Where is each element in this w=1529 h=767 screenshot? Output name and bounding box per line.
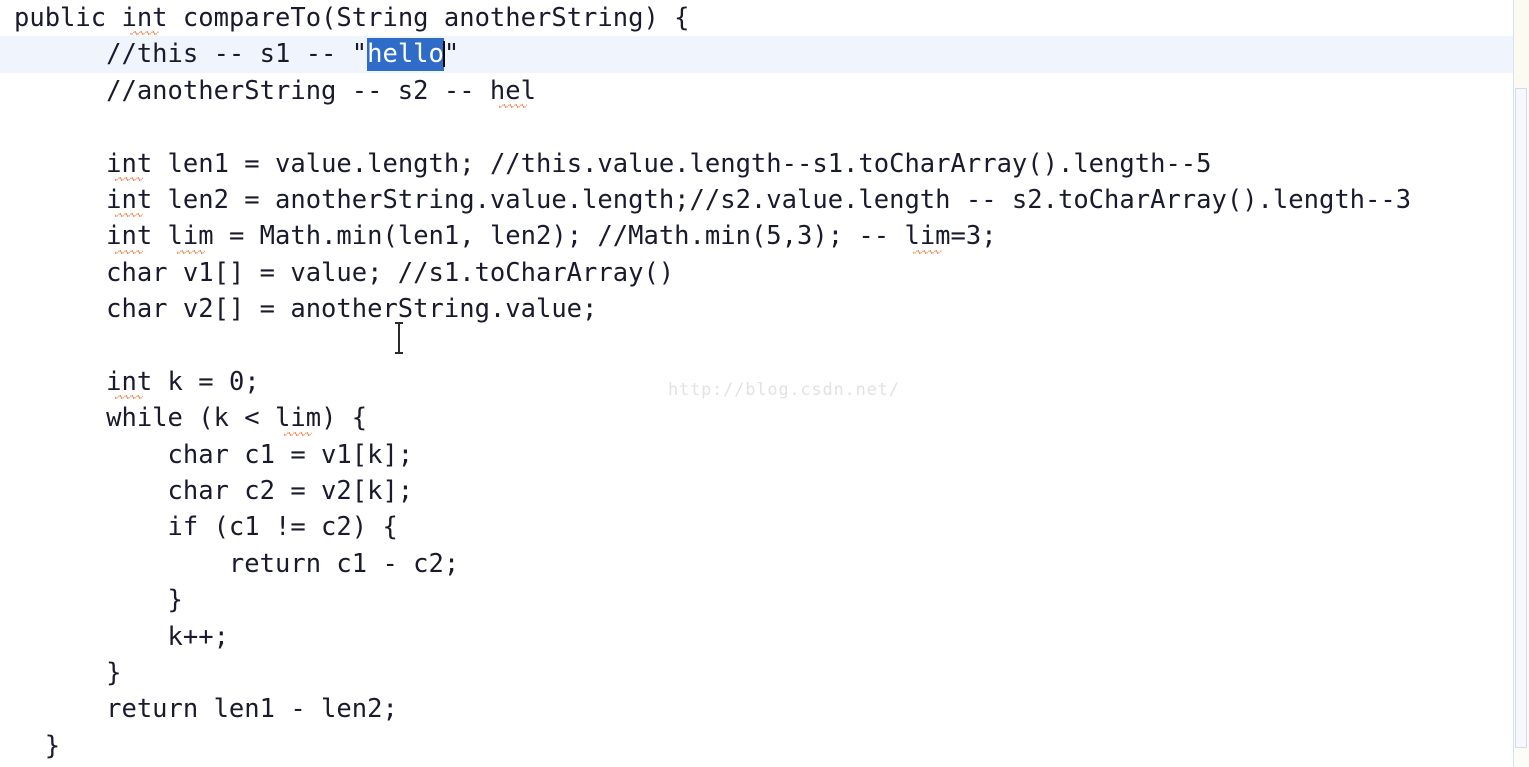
spellcheck-underlined-token: int [106, 182, 152, 218]
code-line[interactable]: //anotherString -- s2 -- hel [0, 73, 1513, 109]
code-text: char v2[] = anotherString.value; [14, 294, 598, 325]
code-text: k = 0; [152, 366, 260, 397]
spellcheck-underlined-token: int [106, 146, 152, 182]
code-line[interactable]: char v1[] = value; //s1.toCharArray() [0, 255, 1513, 291]
code-line[interactable]: int len1 = value.length; //this.value.le… [0, 146, 1513, 182]
code-text: char c1 = v1[k]; [14, 439, 414, 470]
code-text: } [14, 730, 61, 761]
code-text: len2 = anotherString.value.length;//s2.v… [152, 184, 1412, 215]
code-line[interactable] [0, 328, 1513, 364]
code-text: char v1[] = value; //s1.toCharArray() [14, 257, 675, 288]
code-line[interactable]: int lim = Math.min(len1, len2); //Math.m… [0, 218, 1513, 254]
code-text: len1 = value.length; //this.value.length… [152, 148, 1212, 179]
code-text: char c2 = v2[k]; [14, 476, 414, 507]
code-text-area[interactable]: public int compareTo(String anotherStrin… [0, 0, 1513, 767]
code-text: } [14, 585, 183, 616]
code-text: while (k < [14, 403, 275, 434]
code-text: =3; [950, 221, 997, 252]
spellcheck-underlined-token: int [106, 364, 152, 400]
code-text: k++; [14, 621, 229, 652]
code-line[interactable]: if (c1 != c2) { [0, 509, 1513, 545]
code-line[interactable]: k++; [0, 619, 1513, 655]
code-text: = Math.min(len1, len2); //Math.min(5,3);… [213, 221, 905, 252]
code-text: //this -- s1 -- " [14, 39, 368, 70]
scrollbar-thumb[interactable] [1515, 88, 1527, 748]
scrollbar-top-cap [1514, 0, 1529, 88]
selected-text[interactable]: hello [367, 38, 444, 72]
code-line[interactable]: return len1 - len2; [0, 691, 1513, 727]
code-text: " [443, 39, 460, 70]
spellcheck-underlined-token: lim [275, 400, 321, 436]
code-line[interactable]: while (k < lim) { [0, 400, 1513, 436]
code-line[interactable]: return c1 - c2; [0, 546, 1513, 582]
code-text: return c1 - c2; [14, 548, 460, 579]
code-line[interactable] [0, 109, 1513, 145]
code-line[interactable]: //this -- s1 -- "hello" [0, 36, 1513, 73]
code-line[interactable]: int len2 = anotherString.value.length;//… [0, 182, 1513, 218]
code-line[interactable]: public int compareTo(String anotherStrin… [0, 0, 1513, 36]
spellcheck-underlined-token: lim [904, 218, 950, 254]
code-line[interactable]: } [0, 728, 1513, 764]
code-text: } [14, 658, 122, 689]
code-line[interactable]: char c1 = v1[k]; [0, 437, 1513, 473]
code-text: ) { [321, 403, 368, 434]
code-editor[interactable]: public int compareTo(String anotherStrin… [0, 0, 1529, 767]
spellcheck-underlined-token: int [106, 218, 152, 254]
code-text: compareTo(String anotherString) { [167, 3, 690, 33]
spellcheck-underlined-token: hel [490, 73, 536, 109]
spellcheck-underlined-token: int [121, 0, 167, 36]
code-line[interactable]: } [0, 655, 1513, 691]
code-text: return len1 - len2; [14, 694, 398, 725]
code-line[interactable]: int k = 0; [0, 364, 1513, 400]
code-text: public [14, 3, 122, 33]
code-line[interactable]: char v2[] = anotherString.value; [0, 291, 1513, 327]
code-line[interactable]: char c2 = v2[k]; [0, 473, 1513, 509]
code-line[interactable]: } [0, 582, 1513, 618]
spellcheck-underlined-token: lim [168, 218, 214, 254]
code-text: //anotherString -- s2 -- [14, 75, 490, 106]
vertical-scrollbar[interactable] [1513, 0, 1529, 767]
code-text: if (c1 != c2) { [14, 512, 398, 543]
